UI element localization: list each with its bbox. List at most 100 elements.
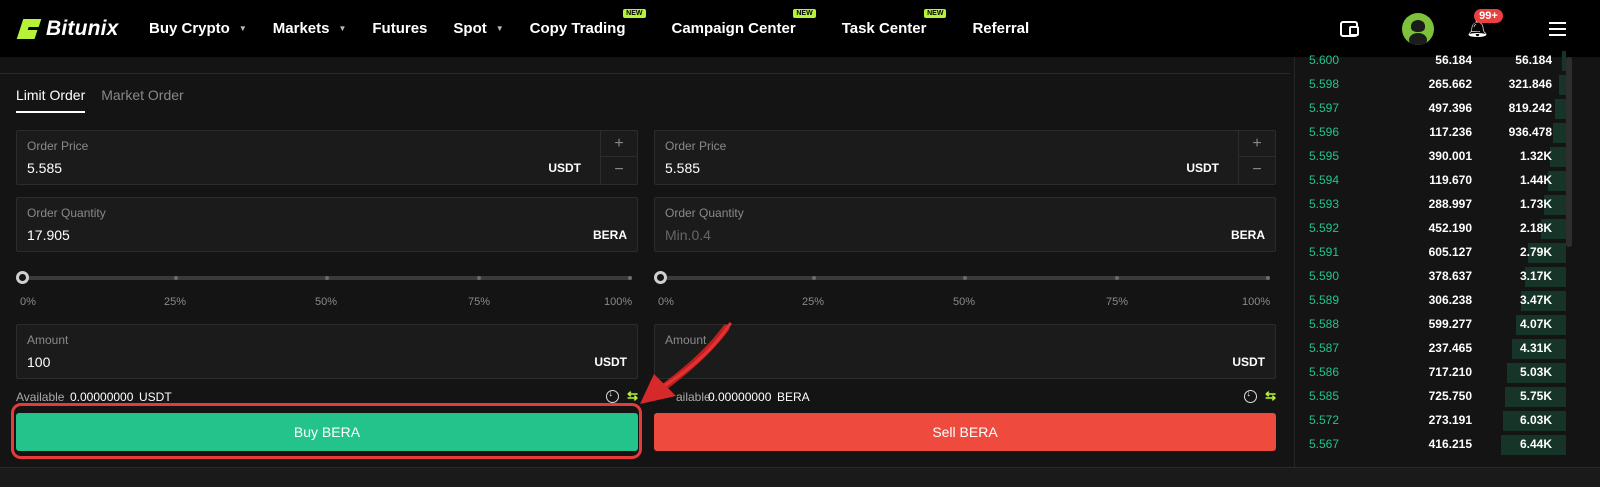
- deposit-icon[interactable]: [1244, 388, 1258, 403]
- slider-mark-label: 50%: [315, 296, 338, 308]
- order-book-row[interactable]: 5.591 605.127 2.79K: [1295, 241, 1566, 265]
- order-book-price: 5.596: [1309, 125, 1340, 139]
- order-book-total: 3.47K: [1519, 293, 1552, 307]
- pointer-arrow-icon: [640, 322, 732, 404]
- order-book-row[interactable]: 5.572 273.191 6.03K: [1295, 409, 1566, 433]
- buy-percent-slider[interactable]: [16, 266, 638, 294]
- logo[interactable]: Bitunix: [16, 17, 149, 41]
- slider-step-dot[interactable]: [628, 276, 632, 280]
- tab-market-order[interactable]: Market Order: [101, 87, 183, 113]
- slider-mark-label: 0%: [658, 296, 674, 308]
- order-book-total: 2.18K: [1519, 221, 1552, 235]
- available-unit: USDT: [139, 390, 172, 404]
- new-badge: NEW: [623, 9, 646, 18]
- nav-item[interactable]: Markets ▼: [273, 20, 347, 37]
- buy-price-input[interactable]: 5.585: [27, 160, 62, 176]
- order-book-row[interactable]: 5.585 725.750 5.75K: [1295, 385, 1566, 409]
- order-book-row[interactable]: 5.593 288.997 1.73K: [1295, 193, 1566, 217]
- buy-quantity-input[interactable]: 17.905: [27, 227, 70, 243]
- scroll-thumb[interactable]: [1566, 57, 1572, 247]
- buy-price-field[interactable]: Order Price 5.585 USDT + −: [16, 130, 638, 185]
- order-book-row[interactable]: 5.592 452.190 2.18K: [1295, 217, 1566, 241]
- nav-item[interactable]: Copy Trading NEW: [529, 9, 646, 37]
- slider-step-dot[interactable]: [963, 276, 967, 280]
- order-book-price: 5.597: [1309, 101, 1340, 115]
- order-book-qty: 117.236: [1429, 125, 1472, 139]
- sell-quantity-field[interactable]: Order Quantity Min.0.4 BERA: [654, 197, 1276, 252]
- chevron-down-icon: ▼: [495, 24, 504, 33]
- divider: [0, 73, 1290, 74]
- slider-handle[interactable]: [654, 271, 667, 284]
- increment-button[interactable]: +: [601, 131, 637, 157]
- slider-step-dot[interactable]: [1114, 276, 1119, 280]
- sell-percent-slider[interactable]: [654, 266, 1276, 294]
- nav-item[interactable]: Campaign Center NEW: [672, 9, 816, 37]
- available-unit: BERA: [777, 390, 810, 404]
- nav-item[interactable]: Referral: [972, 20, 1029, 37]
- buy-amount-field[interactable]: Amount 100 USDT: [16, 324, 638, 379]
- transfer-icon[interactable]: ⇆: [1265, 388, 1276, 404]
- order-book-row[interactable]: 5.588 599.277 4.07K: [1295, 313, 1566, 337]
- nav-item[interactable]: Task Center NEW: [842, 9, 947, 37]
- order-book-qty: 725.750: [1428, 389, 1472, 403]
- order-book-total: 5.03K: [1519, 365, 1552, 379]
- order-type-tabs: Limit Order Market Order: [16, 87, 200, 113]
- order-book-row[interactable]: 5.600 56.184 56.184: [1295, 49, 1566, 73]
- slider-labels: 0% 25% 50% 75% 100%: [16, 294, 638, 314]
- notifications-button[interactable]: 🔔︎ 99+: [1466, 8, 1503, 39]
- field-label: Order Price: [665, 139, 727, 153]
- order-book-price: 5.567: [1309, 437, 1340, 451]
- order-book-price: 5.590: [1309, 269, 1340, 283]
- avatar[interactable]: [1402, 12, 1435, 45]
- order-book-row[interactable]: 5.595 390.001 1.32K: [1295, 145, 1566, 169]
- order-book-row[interactable]: 5.594 119.670 1.44K: [1295, 169, 1566, 193]
- nav-item-label: Copy Trading: [529, 20, 626, 37]
- order-book-row[interactable]: 5.596 117.236 936.478: [1295, 121, 1566, 145]
- nav-item[interactable]: Futures: [372, 20, 427, 37]
- increment-button[interactable]: +: [1239, 131, 1275, 157]
- slider-step-dot[interactable]: [1266, 276, 1270, 280]
- chevron-down-icon: ▼: [238, 24, 247, 33]
- nav-item[interactable]: Spot ▼: [453, 20, 503, 37]
- slider-labels: 0% 25% 50% 75% 100%: [654, 294, 1276, 314]
- price-stepper: + −: [1238, 131, 1275, 184]
- scrollbar[interactable]: [1566, 57, 1600, 467]
- slider-mark-label: 25%: [164, 296, 187, 308]
- hamburger-menu-icon[interactable]: [1549, 18, 1566, 40]
- order-book-row[interactable]: 5.567 416.215 6.44K: [1295, 433, 1566, 457]
- logo-icon: [16, 18, 42, 39]
- depth-bar: [1558, 75, 1566, 95]
- sell-button[interactable]: Sell BERA: [654, 413, 1276, 451]
- order-book-row[interactable]: 5.598 265.662 321.846: [1295, 73, 1566, 97]
- depth-bar: [1555, 99, 1566, 119]
- order-book-row[interactable]: 5.597 497.396 819.242: [1295, 97, 1566, 121]
- slider-mark-label: 50%: [953, 296, 976, 308]
- order-book-row[interactable]: 5.586 717.210 5.03K: [1295, 361, 1566, 385]
- slider-step-dot[interactable]: [173, 276, 178, 280]
- tab-limit-order[interactable]: Limit Order: [16, 87, 86, 113]
- order-book-total: 1.32K: [1519, 149, 1552, 163]
- order-book-total: 56.184: [1515, 53, 1552, 67]
- nav-item[interactable]: Buy Crypto ▼: [149, 20, 247, 37]
- slider-step-dot[interactable]: [325, 276, 329, 280]
- unit-label: BERA: [1230, 228, 1265, 242]
- wallet-icon[interactable]: [1340, 20, 1360, 37]
- slider-handle[interactable]: [16, 271, 29, 284]
- buy-quantity-field[interactable]: Order Quantity 17.905 BERA: [16, 197, 638, 252]
- available-value: 0.00000000: [70, 390, 134, 404]
- order-book-price: 5.595: [1309, 149, 1340, 163]
- sell-quantity-input[interactable]: Min.0.4: [665, 227, 711, 243]
- notification-badge: 99+: [1474, 8, 1503, 23]
- decrement-button[interactable]: −: [601, 157, 637, 183]
- nav-item-label: Spot: [453, 20, 487, 37]
- sell-price-input[interactable]: 5.585: [665, 160, 700, 176]
- order-book-row[interactable]: 5.587 237.465 4.31K: [1295, 337, 1566, 361]
- slider-step-dot[interactable]: [811, 276, 816, 280]
- slider-step-dot[interactable]: [476, 276, 481, 280]
- decrement-button[interactable]: −: [1239, 157, 1275, 183]
- order-book-row[interactable]: 5.590 378.637 3.17K: [1295, 265, 1566, 289]
- order-book-row[interactable]: 5.589 306.238 3.47K: [1295, 289, 1566, 313]
- buy-amount-input[interactable]: 100: [27, 354, 50, 370]
- new-badge: NEW: [793, 9, 816, 18]
- sell-price-field[interactable]: Order Price 5.585 USDT + −: [654, 130, 1276, 185]
